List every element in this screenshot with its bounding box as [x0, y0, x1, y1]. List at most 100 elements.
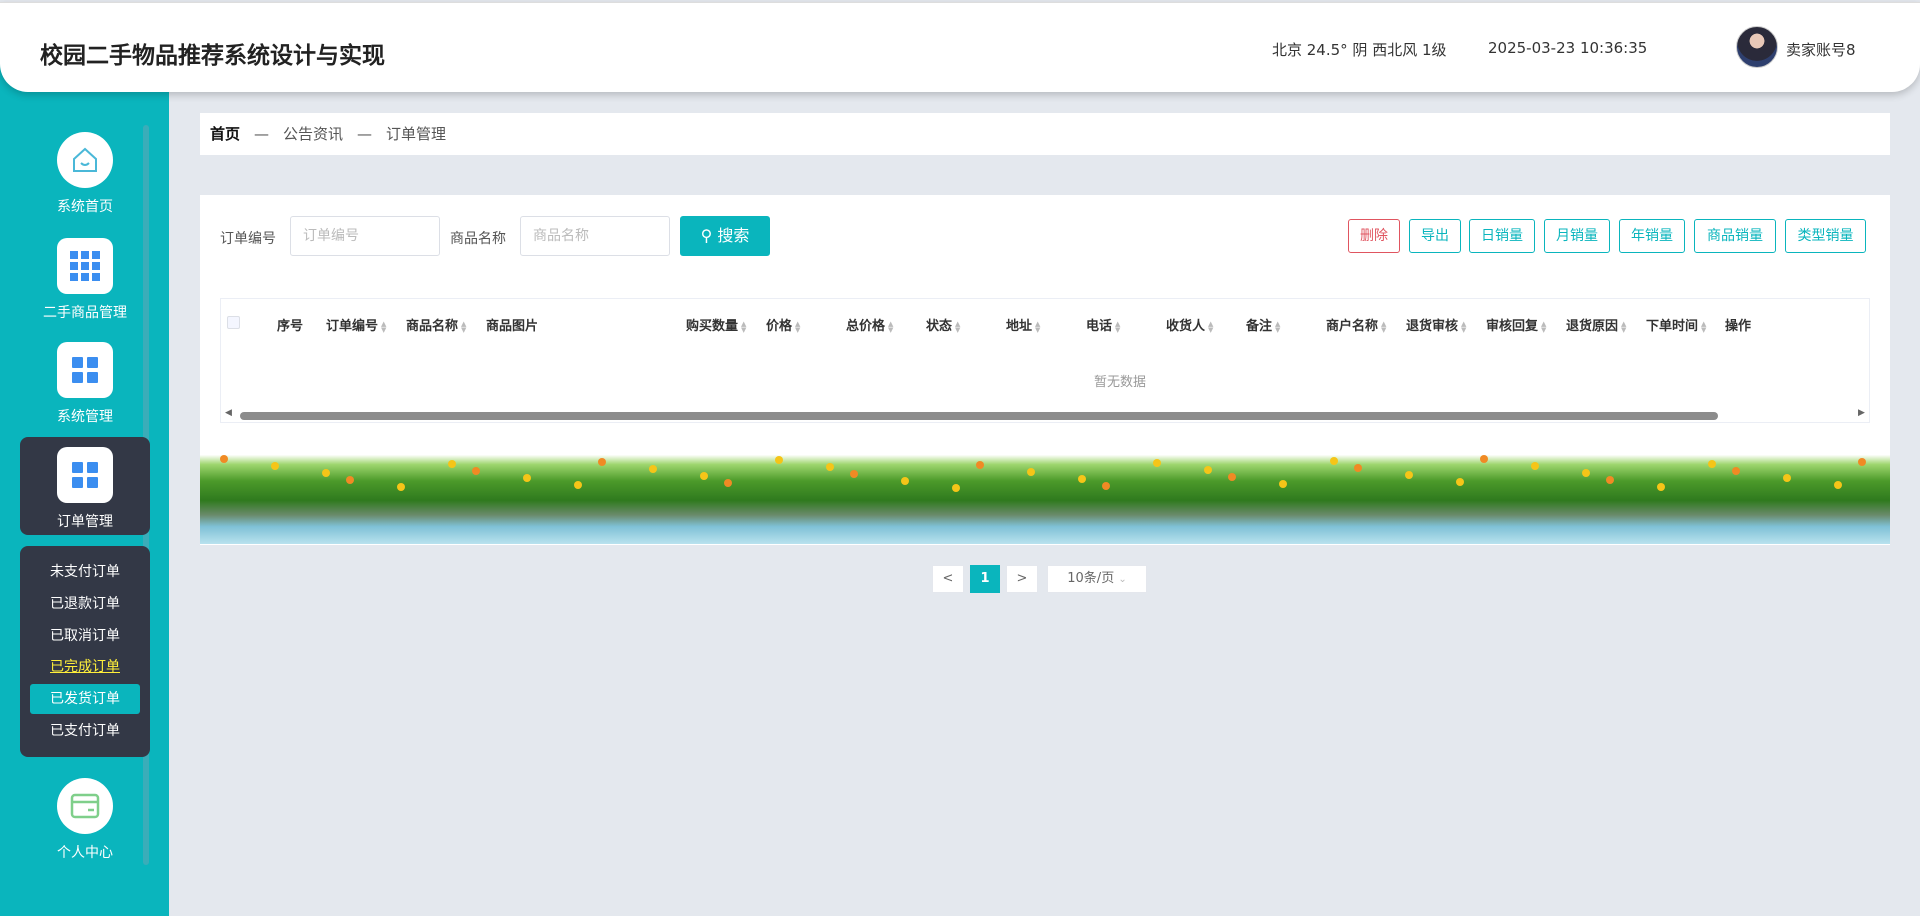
column-header[interactable]: 地址 ▲ ▼ — [1006, 315, 1043, 334]
breadcrumb-separator: — — [357, 125, 373, 143]
flower-decoration — [1834, 481, 1842, 489]
flower-decoration — [1480, 455, 1488, 463]
column-header[interactable]: 下单时间 ▲ ▼ — [1646, 315, 1709, 334]
column-header[interactable]: 备注 ▲ ▼ — [1246, 315, 1283, 334]
grid-icon — [57, 447, 113, 503]
sort-icon[interactable]: ▲ ▼ — [1541, 320, 1549, 333]
column-header[interactable]: 电话 ▲ ▼ — [1086, 315, 1123, 334]
breadcrumb: 首页 — 公告资讯 — 订单管理 — [200, 113, 1890, 155]
submenu-unpaid[interactable]: 未支付订单 — [30, 557, 140, 587]
sidebar-item-home[interactable]: 系统首页 — [20, 132, 150, 216]
submenu-paid[interactable]: 已支付订单 — [30, 716, 140, 746]
prev-page-button[interactable]: < — [932, 565, 964, 593]
order-no-label: 订单编号 — [220, 231, 276, 247]
daily-sales-button[interactable]: 日销量 — [1469, 219, 1535, 253]
sort-icon[interactable]: ▲ ▼ — [1275, 320, 1283, 333]
product-sales-button[interactable]: 商品销量 — [1694, 219, 1776, 253]
flower-decoration — [271, 462, 279, 470]
flower-decoration — [397, 483, 405, 491]
breadcrumb-home[interactable]: 首页 — [210, 125, 240, 143]
column-header[interactable]: 退货原因 ▲ ▼ — [1566, 315, 1629, 334]
column-header-label: 订单编号 — [326, 319, 379, 334]
column-header-label: 商户名称 — [1326, 319, 1379, 334]
flower-decoration — [1732, 467, 1740, 475]
sidebar-item-products[interactable]: 二手商品管理 — [20, 238, 150, 322]
column-header[interactable]: 购买数量 ▲ ▼ — [686, 315, 749, 334]
horizontal-scrollbar[interactable] — [240, 412, 1718, 420]
flower-decoration — [952, 484, 960, 492]
flower-decoration — [1783, 474, 1791, 482]
username[interactable]: 卖家账号8 — [1786, 39, 1856, 60]
sidebar-item-profile[interactable]: 个人中心 — [20, 778, 150, 862]
product-name-label: 商品名称 — [450, 231, 506, 247]
card-icon — [57, 778, 113, 834]
search-button[interactable]: ⚲ 搜索 — [680, 216, 770, 256]
page-1-button[interactable]: 1 — [970, 565, 1000, 593]
sidebar-item-label: 个人中心 — [57, 845, 113, 861]
column-header[interactable]: 价格 ▲ ▼ — [766, 315, 803, 334]
column-header-label: 操作 — [1725, 319, 1752, 334]
sort-icon[interactable]: ▲ ▼ — [1381, 320, 1389, 333]
column-header[interactable]: 商户名称 ▲ ▼ — [1326, 315, 1389, 334]
grid-icon — [57, 342, 113, 398]
monthly-sales-button[interactable]: 月销量 — [1544, 219, 1610, 253]
sort-icon[interactable]: ▲ ▼ — [888, 320, 896, 333]
sort-icon[interactable]: ▲ ▼ — [1035, 320, 1043, 333]
column-header[interactable]: 订单编号 ▲ ▼ — [326, 315, 389, 334]
product-name-input[interactable]: 商品名称 — [520, 216, 670, 256]
flower-decoration — [1858, 458, 1866, 466]
sort-icon[interactable]: ▲ ▼ — [1621, 320, 1629, 333]
sidebar-item-orders[interactable]: 订单管理 — [20, 447, 150, 531]
sort-icon[interactable]: ▲ ▼ — [1701, 320, 1709, 333]
flower-decoration — [322, 469, 330, 477]
delete-button[interactable]: 删除 — [1348, 219, 1400, 253]
weather-info: 北京 24.5° 阴 西北风 1级 — [1272, 41, 1447, 59]
yearly-sales-button[interactable]: 年销量 — [1619, 219, 1685, 253]
flower-decoration — [1102, 482, 1110, 490]
avatar[interactable] — [1736, 26, 1778, 68]
column-header-label: 序号 — [277, 319, 304, 334]
sort-icon[interactable]: ▲ ▼ — [795, 320, 803, 333]
scroll-left-arrow[interactable]: ◀ — [225, 408, 232, 418]
column-header[interactable]: 总价格 ▲ ▼ — [846, 315, 896, 334]
sidebar-item-system[interactable]: 系统管理 — [20, 342, 150, 426]
submenu-refunded[interactable]: 已退款订单 — [30, 589, 140, 619]
column-header[interactable]: 审核回复 ▲ ▼ — [1486, 315, 1549, 334]
grass-banner-image — [200, 447, 1890, 544]
type-sales-button[interactable]: 类型销量 — [1785, 219, 1866, 253]
submenu-cancelled[interactable]: 已取消订单 — [30, 621, 140, 651]
column-header[interactable]: 退货审核 ▲ ▼ — [1406, 315, 1469, 334]
flower-decoration — [1531, 462, 1539, 470]
grid-icon — [57, 238, 113, 294]
sort-icon[interactable]: ▲ ▼ — [1115, 320, 1123, 333]
flower-decoration — [1027, 468, 1035, 476]
search-button-label: 搜索 — [717, 226, 750, 245]
next-page-button[interactable]: > — [1006, 565, 1038, 593]
sort-icon[interactable]: ▲ ▼ — [955, 320, 963, 333]
breadcrumb-separator: — — [254, 125, 270, 143]
select-all-checkbox[interactable] — [227, 316, 240, 329]
flower-decoration — [976, 461, 984, 469]
sort-icon[interactable]: ▲ ▼ — [461, 320, 469, 333]
flower-decoration — [1078, 475, 1086, 483]
export-button[interactable]: 导出 — [1409, 219, 1461, 253]
flower-decoration — [1582, 469, 1590, 477]
column-header[interactable]: 商品名称 ▲ ▼ — [406, 315, 469, 334]
sort-icon[interactable]: ▲ ▼ — [741, 320, 749, 333]
column-header[interactable]: 状态 ▲ ▼ — [926, 315, 963, 334]
flower-decoration — [1330, 457, 1338, 465]
sort-icon[interactable]: ▲ ▼ — [1208, 320, 1216, 333]
sort-icon[interactable]: ▲ ▼ — [1461, 320, 1469, 333]
page-size-select[interactable]: 10条/页 ⌄ — [1047, 565, 1147, 593]
scroll-right-arrow[interactable]: ▶ — [1858, 408, 1865, 418]
column-header-label: 电话 — [1086, 319, 1113, 334]
submenu-shipped[interactable]: 已发货订单 — [30, 684, 140, 714]
column-header[interactable]: 收货人 ▲ ▼ — [1166, 315, 1216, 334]
order-no-input[interactable]: 订单编号 — [290, 216, 440, 256]
sort-icon[interactable]: ▲ ▼ — [381, 320, 389, 333]
flower-decoration — [826, 463, 834, 471]
submenu-completed[interactable]: 已完成订单 — [30, 652, 140, 682]
flower-decoration — [346, 476, 354, 484]
flower-decoration — [598, 458, 606, 466]
breadcrumb-news[interactable]: 公告资讯 — [283, 125, 343, 143]
